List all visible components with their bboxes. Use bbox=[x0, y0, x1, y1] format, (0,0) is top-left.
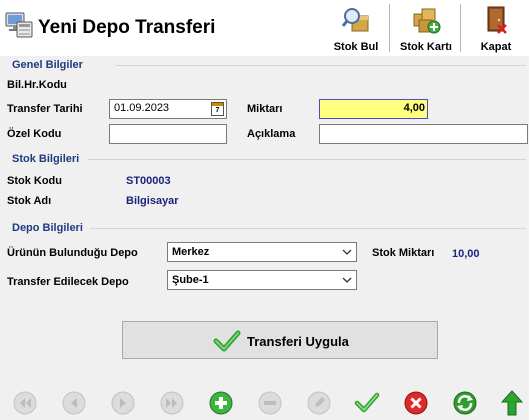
stok-karti-label: Stok Kartı bbox=[400, 41, 452, 53]
toolbar-separator bbox=[389, 4, 390, 52]
chevron-down-icon bbox=[342, 249, 352, 255]
chevron-down-icon bbox=[342, 277, 352, 283]
miktari-field[interactable]: 4,00 bbox=[319, 99, 428, 119]
next-record-icon[interactable] bbox=[110, 390, 136, 416]
window-title: Yeni Depo Transferi bbox=[38, 17, 216, 38]
kapat-button[interactable]: Kapat bbox=[472, 4, 520, 54]
miktari-label: Miktarı bbox=[247, 103, 283, 115]
transfer-tarihi-field[interactable]: 01.09.2023 7 bbox=[109, 99, 227, 119]
section-depo-bilgileri: Depo Bilgileri bbox=[12, 222, 83, 234]
bulundugu-depo-label: Ürünün Bulunduğu Depo bbox=[7, 247, 138, 259]
exit-door-icon bbox=[487, 6, 507, 34]
miktari-value: 4,00 bbox=[403, 102, 425, 114]
apply-updates-arrow-icon[interactable] bbox=[499, 390, 525, 416]
stok-bul-button[interactable]: Stok Bul bbox=[330, 4, 382, 54]
refresh-icon[interactable] bbox=[452, 390, 478, 416]
calendar-icon[interactable]: 7 bbox=[211, 102, 224, 116]
toolbar-separator bbox=[460, 4, 461, 52]
ozel-kodu-label: Özel Kodu bbox=[7, 128, 62, 140]
bulundugu-depo-select[interactable]: Merkez bbox=[167, 242, 357, 262]
stok-miktari-value: 10,00 bbox=[452, 248, 480, 260]
stok-adi-value: Bilgisayar bbox=[126, 195, 179, 207]
post-checkmark-icon[interactable] bbox=[354, 390, 380, 416]
insert-record-icon[interactable] bbox=[208, 390, 234, 416]
first-record-icon[interactable] bbox=[12, 390, 38, 416]
bil-hr-kodu-label: Bil.Hr.Kodu bbox=[7, 79, 67, 91]
last-record-icon[interactable] bbox=[159, 390, 185, 416]
stok-kodu-label: Stok Kodu bbox=[7, 175, 62, 187]
search-box-icon bbox=[341, 8, 369, 32]
bulundugu-depo-value: Merkez bbox=[172, 246, 210, 258]
transfer-tarihi-label: Transfer Tarihi bbox=[7, 103, 83, 115]
aciklama-label: Açıklama bbox=[247, 128, 296, 140]
stok-karti-button[interactable]: Stok Kartı bbox=[394, 4, 458, 54]
section-divider bbox=[116, 65, 526, 66]
delete-record-icon[interactable] bbox=[257, 390, 283, 416]
stok-bul-label: Stok Bul bbox=[333, 41, 379, 53]
computer-transfer-icon bbox=[5, 12, 33, 38]
stok-miktari-label: Stok Miktarı bbox=[372, 247, 435, 259]
transfer-edilecek-depo-select[interactable]: Şube-1 bbox=[167, 270, 357, 290]
record-navigator bbox=[0, 386, 529, 420]
section-divider bbox=[88, 159, 526, 160]
transfer-edilecek-depo-value: Şube-1 bbox=[172, 274, 209, 286]
transferi-uygula-label: Transferi Uygula bbox=[247, 334, 349, 349]
cancel-x-icon[interactable] bbox=[403, 390, 429, 416]
checkmark-icon bbox=[213, 330, 241, 352]
section-divider bbox=[90, 228, 526, 229]
aciklama-field[interactable] bbox=[319, 124, 528, 144]
stok-adi-label: Stok Adı bbox=[7, 195, 52, 207]
kapat-label: Kapat bbox=[480, 41, 512, 53]
transfer-edilecek-depo-label: Transfer Edilecek Depo bbox=[7, 276, 129, 288]
stock-card-icon bbox=[413, 8, 441, 34]
section-stok-bilgileri: Stok Bilgileri bbox=[12, 153, 80, 165]
edit-record-icon[interactable] bbox=[306, 390, 332, 416]
transfer-tarihi-value: 01.09.2023 bbox=[114, 102, 170, 114]
section-genel-bilgiler: Genel Bilgiler bbox=[12, 59, 83, 71]
transferi-uygula-button[interactable]: Transferi Uygula bbox=[122, 321, 438, 359]
ozel-kodu-field[interactable] bbox=[109, 124, 227, 144]
header-bar: Yeni Depo Transferi Stok Bul Stok Kartı bbox=[0, 0, 529, 56]
prior-record-icon[interactable] bbox=[61, 390, 87, 416]
stok-kodu-value: ST00003 bbox=[126, 175, 171, 187]
